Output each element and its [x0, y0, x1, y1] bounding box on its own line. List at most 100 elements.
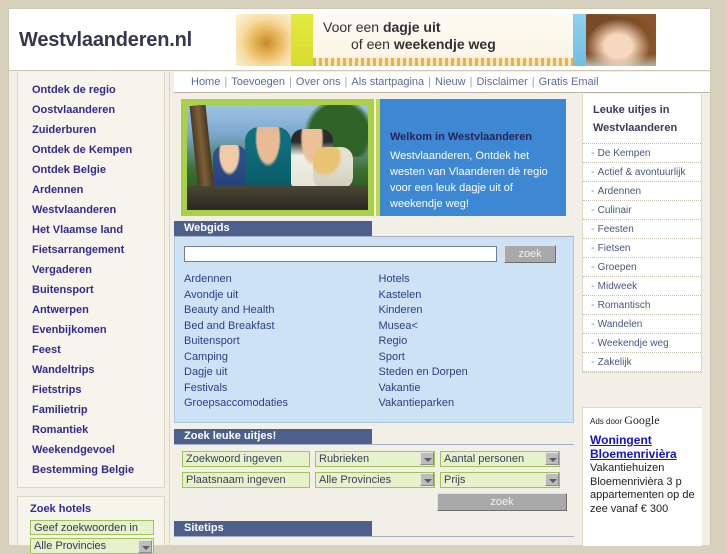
sidebar-item-evenbijkomen[interactable]: Evenbijkomen [18, 320, 164, 340]
list-item[interactable]: - Feesten [583, 219, 701, 238]
list-item[interactable]: - Groepen [583, 257, 701, 276]
list-item[interactable]: - Romantisch [583, 295, 701, 314]
sidebar-item-weekendgevoel[interactable]: Weekendgevoel [18, 440, 164, 460]
uitjes-prijs-value: Prijs [444, 473, 466, 486]
nav-item-als-startpagina[interactable]: Als startpagina [351, 76, 424, 88]
list-item[interactable]: - Midweek [583, 276, 701, 295]
right-sidebar-link[interactable]: Romantisch [598, 300, 651, 311]
hotel-keyword-input[interactable] [30, 520, 154, 535]
webgids-link[interactable]: Kinderen [379, 303, 574, 319]
sidebar-item-romantiek[interactable]: Romantiek [18, 420, 164, 440]
uitjes-form-row-2: Alle Provincies Prijs [182, 471, 573, 488]
sidebar-item-feest[interactable]: Feest [18, 340, 164, 360]
list-item[interactable]: - Weekendje weg [583, 333, 701, 352]
webgids-link[interactable]: Steden en Dorpen [379, 365, 574, 381]
chevron-down-icon[interactable] [138, 540, 152, 553]
site-header: Westvlaanderen.nl Voor een dagje uit of … [9, 9, 710, 71]
webgids-search-input[interactable] [184, 246, 497, 262]
sidebar-item-ontdek-de-regio[interactable]: Ontdek de regio [18, 80, 164, 100]
right-sidebar-link[interactable]: Weekendje weg [598, 338, 669, 349]
webgids-link[interactable]: Hotels [379, 272, 574, 288]
welcome-title: Welkom in Westvlaanderen [390, 131, 533, 143]
webgids-link[interactable]: Camping [184, 350, 379, 366]
uitjes-keyword-cell [182, 450, 310, 467]
webgids-link[interactable]: Dagje uit [184, 365, 379, 381]
webgids-link[interactable]: Ardennen [184, 272, 379, 288]
right-sidebar-link[interactable]: Wandelen [598, 319, 643, 330]
webgids-link[interactable]: Sport [379, 350, 574, 366]
webgids-link[interactable]: Avondje uit [184, 288, 379, 304]
list-item[interactable]: - Culinair [583, 200, 701, 219]
right-sidebar-link[interactable]: Zakelijk [598, 357, 632, 368]
webgids-link[interactable]: Festivals [184, 381, 379, 397]
sidebar-item-bestemming-belgie[interactable]: Bestemming Belgie [18, 460, 164, 480]
chevron-down-icon[interactable] [545, 451, 559, 465]
sidebar-item-het-vlaamse-land[interactable]: Het Vlaamse land [18, 220, 164, 240]
sidebar-item-ardennen[interactable]: Ardennen [18, 180, 164, 200]
nav-item-over-ons[interactable]: Over ons [296, 76, 341, 88]
webgids-search-button[interactable]: zoek [504, 245, 557, 263]
right-sidebar-link[interactable]: Feesten [598, 224, 634, 235]
right-sidebar-link[interactable]: Groepen [598, 262, 637, 273]
nav-item-gratis-email[interactable]: Gratis Email [539, 76, 599, 88]
nav-item-nieuw[interactable]: Nieuw [435, 76, 466, 88]
google-ad-title[interactable]: Woningent [590, 433, 698, 447]
banner-decorative-stripe [313, 58, 573, 66]
uitjes-submit-row: zoek [182, 492, 573, 511]
sidebar-item-wandeltrips[interactable]: Wandeltrips [18, 360, 164, 380]
right-sidebar-link[interactable]: Fietsen [598, 243, 631, 254]
webgids-link[interactable]: Vakantieparken [379, 396, 574, 412]
list-item[interactable]: - Actief & avontuurlijk [583, 162, 701, 181]
sidebar-item-zuiderburen[interactable]: Zuiderburen [18, 120, 164, 140]
nav-item-home[interactable]: Home [191, 76, 220, 88]
sidebar-item-fietsarrangement[interactable]: Fietsarrangement [18, 240, 164, 260]
sidebar-item-ontdek-de-kempen[interactable]: Ontdek de Kempen [18, 140, 164, 160]
webgids-link[interactable]: Groepsaccomodaties [184, 396, 379, 412]
chevron-down-icon[interactable] [545, 472, 559, 486]
google-ad-title-second-line[interactable]: Bloemenrivièra [590, 447, 698, 461]
nav-item-toevoegen[interactable]: Toevoegen [231, 76, 285, 88]
right-sidebar-link[interactable]: Midweek [598, 281, 637, 292]
sidebar-item-buitensport[interactable]: Buitensport [18, 280, 164, 300]
list-item[interactable]: - De Kempen [583, 143, 701, 162]
webgids-link[interactable]: Buitensport [184, 334, 379, 350]
list-item[interactable]: - Ardennen [583, 181, 701, 200]
webgids-link[interactable]: Vakantie [379, 381, 574, 397]
uitjes-keyword-input[interactable] [182, 450, 310, 467]
uitjes-personen-select[interactable]: Aantal personen [440, 450, 560, 467]
google-ad-body: Vakantiehuizen Bloemenrivièra 3 p appart… [590, 462, 695, 515]
right-sidebar-link[interactable]: Actief & avontuurlijk [598, 167, 686, 178]
webgids-link[interactable]: Regio [379, 334, 574, 350]
sidebar-item-westvlaanderen[interactable]: Westvlaanderen [18, 200, 164, 220]
hotel-search-title: Zoek hotels [30, 503, 92, 515]
chevron-down-icon[interactable] [420, 472, 434, 486]
webgids-link[interactable]: Kastelen [379, 288, 574, 304]
sidebar-item-ontdek-belgie[interactable]: Ontdek Belgie [18, 160, 164, 180]
hotel-province-select[interactable]: Alle Provincies [30, 538, 154, 554]
sidebar-item-antwerpen[interactable]: Antwerpen [18, 300, 164, 320]
uitjes-provincies-select[interactable]: Alle Provincies [315, 471, 435, 488]
webgids-link[interactable]: Musea< [379, 319, 574, 335]
uitjes-rubrieken-select[interactable]: Rubrieken [315, 450, 435, 467]
webgids-link[interactable]: Bed and Breakfast [184, 319, 379, 335]
right-sidebar-link[interactable]: Ardennen [598, 186, 641, 197]
uitjes-prijs-select[interactable]: Prijs [440, 471, 560, 488]
webgids-panel: zoek Ardennen Avondje uit Beauty and Hea… [174, 237, 574, 423]
right-sidebar-link[interactable]: De Kempen [598, 148, 651, 159]
webgids-link[interactable]: Beauty and Health [184, 303, 379, 319]
nav-item-disclaimer[interactable]: Disclaimer [476, 76, 527, 88]
sidebar-item-fietstrips[interactable]: Fietstrips [18, 380, 164, 400]
sidebar-item-vergaderen[interactable]: Vergaderen [18, 260, 164, 280]
list-item[interactable]: - Fietsen [583, 238, 701, 257]
top-banner-ad[interactable]: Voor een dagje uit of een weekendje weg [236, 14, 656, 66]
uitjes-search-button[interactable]: zoek [437, 492, 567, 511]
uitjes-personen-value: Aantal personen [444, 452, 525, 465]
sidebar-item-oostvlaanderen[interactable]: Oostvlaanderen [18, 100, 164, 120]
list-item[interactable]: - Wandelen [583, 314, 701, 333]
sidebar-item-familietrip[interactable]: Familietrip [18, 400, 164, 420]
chevron-down-icon[interactable] [420, 451, 434, 465]
uitjes-place-input[interactable] [182, 471, 310, 488]
list-item[interactable]: - Zakelijk [583, 352, 701, 372]
banner-flower-image [236, 14, 291, 66]
right-sidebar-link[interactable]: Culinair [598, 205, 632, 216]
